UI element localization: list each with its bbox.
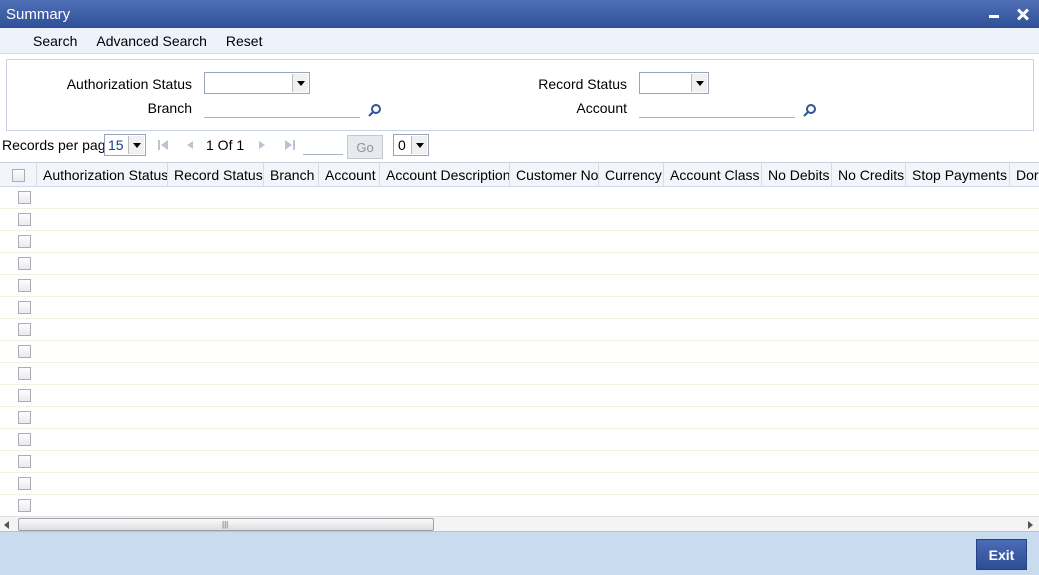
chevron-down-icon <box>128 136 144 154</box>
minimize-icon[interactable] <box>987 6 1003 22</box>
go-button[interactable]: Go <box>347 135 383 159</box>
records-per-page-value: 15 <box>108 137 124 153</box>
column-header[interactable]: Dormant <box>1010 163 1039 187</box>
table-row[interactable] <box>0 407 1039 429</box>
row-checkbox[interactable] <box>18 389 31 402</box>
table-row[interactable] <box>0 319 1039 341</box>
row-checkbox[interactable] <box>18 345 31 358</box>
column-header[interactable]: No Credits <box>832 163 906 187</box>
row-checkbox[interactable] <box>18 323 31 336</box>
footer-bar: Exit <box>0 531 1039 575</box>
goto-page-input[interactable] <box>303 137 343 155</box>
column-header[interactable]: Account Class <box>664 163 762 187</box>
row-checkbox[interactable] <box>18 367 31 380</box>
search-menu-item[interactable]: Search <box>33 33 77 49</box>
next-page-icon[interactable] <box>256 139 268 151</box>
chevron-down-icon <box>292 74 308 92</box>
scrollbar-thumb[interactable]: ||| <box>18 518 434 531</box>
title-bar: Summary <box>0 0 1039 28</box>
grip-icon: ||| <box>222 520 229 529</box>
results-grid: Authorization Status Record Status Branc… <box>0 162 1039 516</box>
window-title: Summary <box>6 5 71 23</box>
table-row[interactable] <box>0 451 1039 473</box>
jump-select[interactable]: 0 <box>393 134 429 156</box>
table-row[interactable] <box>0 187 1039 209</box>
page-info: 1 Of 1 <box>206 137 245 153</box>
previous-page-icon[interactable] <box>184 139 196 151</box>
select-all-checkbox[interactable] <box>11 168 25 182</box>
table-row[interactable] <box>0 385 1039 407</box>
row-checkbox[interactable] <box>18 235 31 248</box>
exit-button[interactable]: Exit <box>976 539 1027 570</box>
table-row[interactable] <box>0 495 1039 516</box>
jump-value: 0 <box>398 137 406 153</box>
first-page-icon[interactable] <box>157 139 169 151</box>
table-row[interactable] <box>0 275 1039 297</box>
column-header[interactable]: Record Status <box>168 163 264 187</box>
column-header[interactable]: No Debits <box>762 163 832 187</box>
table-row[interactable] <box>0 253 1039 275</box>
search-icon[interactable] <box>368 103 382 117</box>
column-header[interactable]: Customer No <box>510 163 599 187</box>
column-header[interactable]: Branch <box>264 163 319 187</box>
table-row[interactable] <box>0 341 1039 363</box>
menu-bar: Search Advanced Search Reset <box>0 28 1039 54</box>
row-checkbox[interactable] <box>18 257 31 270</box>
table-row[interactable] <box>0 231 1039 253</box>
authorization-status-select[interactable] <box>204 72 310 94</box>
row-checkbox[interactable] <box>18 301 31 314</box>
last-page-icon[interactable] <box>284 139 296 151</box>
pagination-bar: Records per page 15 1 Of 1 Go 0 <box>0 133 1039 159</box>
row-checkbox[interactable] <box>18 433 31 446</box>
row-checkbox[interactable] <box>18 499 31 512</box>
advanced-search-menu-item[interactable]: Advanced Search <box>96 33 207 49</box>
search-icon[interactable] <box>803 103 817 117</box>
grid-header: Authorization Status Record Status Branc… <box>0 163 1039 187</box>
column-header[interactable]: Stop Payments <box>906 163 1010 187</box>
select-all-cell <box>0 163 37 187</box>
chevron-down-icon <box>691 74 707 92</box>
account-label: Account <box>576 100 627 116</box>
search-criteria-panel: Authorization Status Branch Record Statu… <box>6 59 1034 131</box>
table-row[interactable] <box>0 363 1039 385</box>
record-status-label: Record Status <box>538 76 627 92</box>
row-checkbox[interactable] <box>18 191 31 204</box>
column-header[interactable]: Account Description <box>380 163 510 187</box>
scroll-left-icon[interactable] <box>4 521 9 529</box>
row-checkbox[interactable] <box>18 411 31 424</box>
branch-input[interactable] <box>204 98 360 118</box>
table-row[interactable] <box>0 209 1039 231</box>
table-row[interactable] <box>0 297 1039 319</box>
horizontal-scrollbar[interactable]: ||| <box>0 516 1039 531</box>
row-checkbox[interactable] <box>18 477 31 490</box>
close-icon[interactable] <box>1015 6 1031 22</box>
column-header[interactable]: Currency <box>599 163 664 187</box>
table-row[interactable] <box>0 429 1039 451</box>
branch-label: Branch <box>147 100 192 116</box>
records-per-page-select[interactable]: 15 <box>104 134 146 156</box>
records-per-page-label: Records per page <box>2 137 114 153</box>
column-header[interactable]: Authorization Status <box>37 163 168 187</box>
reset-menu-item[interactable]: Reset <box>226 33 263 49</box>
account-input[interactable] <box>639 98 795 118</box>
window-controls <box>987 6 1039 22</box>
column-header[interactable]: Account <box>319 163 380 187</box>
authorization-status-label: Authorization Status <box>66 76 192 92</box>
row-checkbox[interactable] <box>18 455 31 468</box>
record-status-select[interactable] <box>639 72 709 94</box>
scroll-right-icon[interactable] <box>1028 521 1033 529</box>
row-checkbox[interactable] <box>18 279 31 292</box>
table-row[interactable] <box>0 473 1039 495</box>
row-checkbox[interactable] <box>18 213 31 226</box>
chevron-down-icon <box>411 136 427 154</box>
